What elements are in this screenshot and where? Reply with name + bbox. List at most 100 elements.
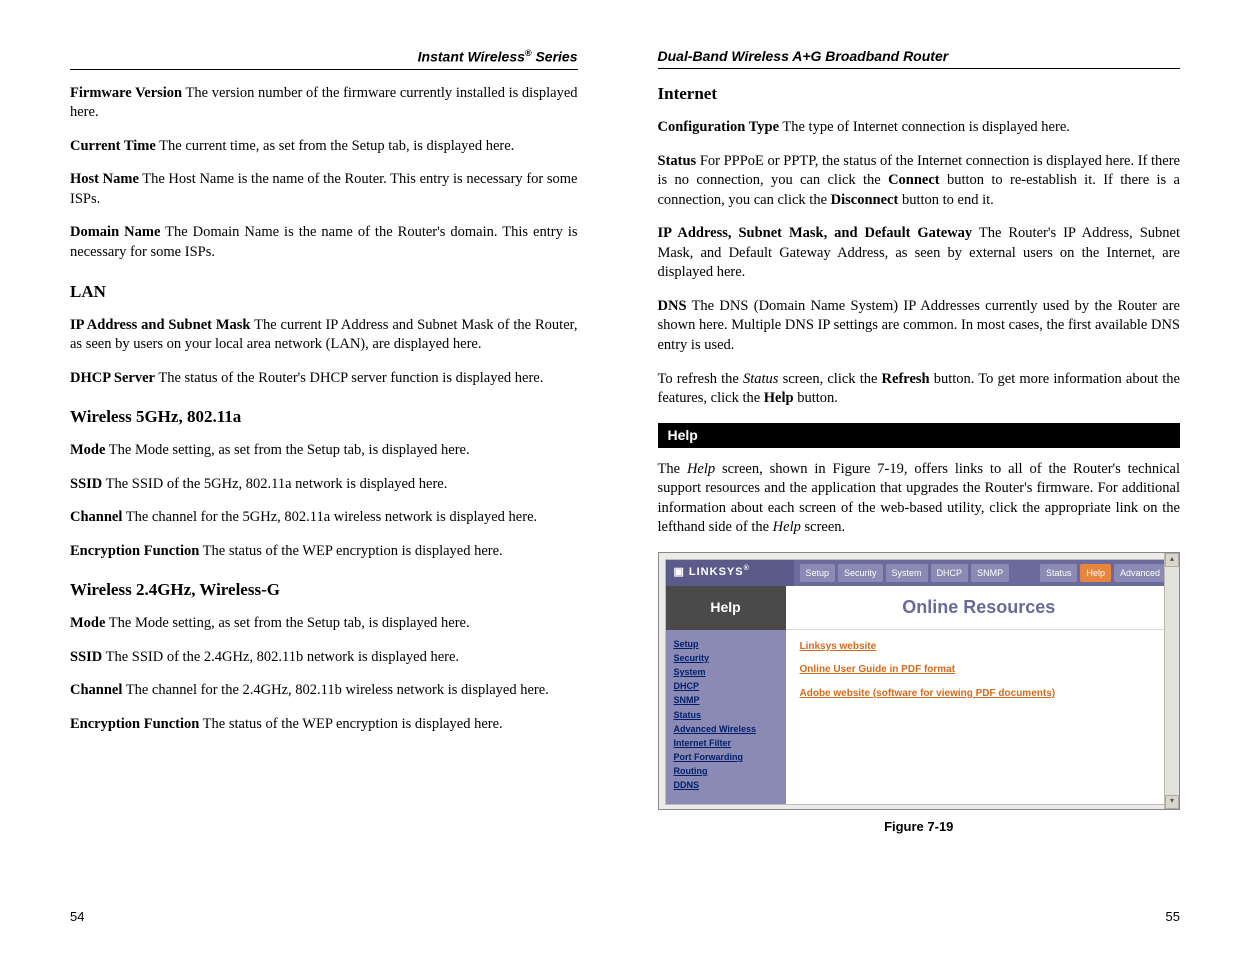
screenshot-sidebar: Setup Security System DHCP SNMP Status Advance…	[666, 630, 786, 804]
label-w24-ssid: SSID	[70, 649, 102, 665]
para-w24-ssid: SSID The SSID of the 2.4GHz, 802.11b net…	[70, 648, 578, 668]
text-w5-enc: The status of the WEP encryption is disp…	[199, 543, 502, 559]
figure-wrap: ▣ LINKSYS® SetupSecuritySystemDHCPSNMPSt…	[658, 552, 1181, 836]
help-t1: The	[658, 461, 687, 477]
brand-text: LINKSYS	[689, 565, 744, 580]
scrollbar-vertical[interactable]: ▴ ▾	[1164, 553, 1179, 809]
tab-snmp[interactable]: SNMP	[971, 564, 1009, 582]
screenshot-main: Linksys website Online User Guide in PDF …	[786, 630, 1173, 804]
pagenum-left: 54	[70, 909, 578, 924]
para-w5-enc: Encryption Function The status of the WE…	[70, 542, 578, 562]
help-help: Help	[687, 461, 715, 477]
heading-w5: Wireless 5GHz, 802.11a	[70, 406, 578, 429]
label-lan-ip: IP Address and Subnet Mask	[70, 317, 250, 333]
para-lan-ip: IP Address and Subnet Mask The current I…	[70, 316, 578, 355]
help-bar: Help	[658, 423, 1181, 448]
screenshot-main-title: Online Resources	[786, 586, 1173, 630]
label-w5-enc: Encryption Function	[70, 543, 199, 559]
text-w5-chan: The channel for the 5GHz, 802.11a wirele…	[122, 509, 537, 525]
label-lan-dhcp: DHCP Server	[70, 370, 155, 386]
tab-system[interactable]: System	[886, 564, 928, 582]
help-help2: Help	[773, 519, 801, 535]
para-w5-mode: Mode The Mode setting, as set from the S…	[70, 441, 578, 461]
screenshot: ▣ LINKSYS® SetupSecuritySystemDHCPSNMPSt…	[658, 552, 1181, 810]
tab-help[interactable]: Help	[1080, 564, 1111, 582]
text-w24-chan: The channel for the 2.4GHz, 802.11b wire…	[122, 682, 548, 698]
para-refresh: To refresh the Status screen, click the …	[658, 370, 1181, 409]
text-lan-dhcp: The status of the Router's DHCP server f…	[155, 370, 543, 386]
text-w5-mode: The Mode setting, as set from the Setup …	[105, 442, 469, 458]
side-link-routing[interactable]: Routing	[674, 765, 778, 777]
refresh-help: Help	[764, 390, 794, 406]
main-link[interactable]: Adobe website (software for viewing PDF …	[800, 687, 1159, 701]
main-link[interactable]: Linksys website	[800, 640, 1159, 654]
label-w24-chan: Channel	[70, 682, 122, 698]
side-link-snmp[interactable]: SNMP	[674, 694, 778, 706]
page-right: Dual-Band Wireless A+G Broadband Router …	[618, 0, 1235, 954]
heading-w24: Wireless 2.4GHz, Wireless-G	[70, 579, 578, 602]
screenshot-sidebar-title: Help	[666, 586, 786, 630]
refresh-btn: Refresh	[882, 371, 930, 387]
label-connect: Connect	[888, 172, 940, 188]
side-link-ddns[interactable]: DDNS	[674, 779, 778, 791]
side-link-system[interactable]: System	[674, 666, 778, 678]
para-w24-enc: Encryption Function The status of the WE…	[70, 715, 578, 735]
para-help: The Help screen, shown in Figure 7-19, o…	[658, 460, 1181, 538]
registered-mark: ®	[525, 48, 532, 58]
scroll-down-icon[interactable]: ▾	[1165, 795, 1179, 809]
side-link-port-forwarding[interactable]: Port Forwarding	[674, 751, 778, 763]
para-w5-chan: Channel The channel for the 5GHz, 802.11…	[70, 508, 578, 528]
body-right: Internet Configuration Type The type of …	[658, 83, 1181, 899]
side-link-setup[interactable]: Setup	[674, 638, 778, 650]
para-lan-dhcp: DHCP Server The status of the Router's D…	[70, 369, 578, 389]
text-status-3: button to end it.	[898, 192, 993, 208]
label-ip: IP Address, Subnet Mask, and Default Gat…	[658, 225, 973, 241]
para-host: Host Name The Host Name is the name of t…	[70, 170, 578, 209]
side-link-security[interactable]: Security	[674, 652, 778, 664]
label-cfg: Configuration Type	[658, 119, 780, 135]
para-dns: DNS The DNS (Domain Name System) IP Addr…	[658, 297, 1181, 356]
side-link-dhcp[interactable]: DHCP	[674, 680, 778, 692]
page-left: Instant Wireless® Series Firmware Versio…	[0, 0, 618, 954]
body-left: Firmware Version The version number of t…	[70, 84, 578, 899]
scroll-up-icon[interactable]: ▴	[1165, 553, 1179, 567]
text-w5-ssid: The SSID of the 5GHz, 802.11a network is…	[102, 476, 447, 492]
heading-internet: Internet	[658, 83, 1181, 106]
label-time: Current Time	[70, 138, 156, 154]
para-status: Status For PPPoE or PPTP, the status of …	[658, 152, 1181, 211]
para-w24-chan: Channel The channel for the 2.4GHz, 802.…	[70, 681, 578, 701]
figure-caption: Figure 7-19	[658, 818, 1181, 836]
tab-status[interactable]: Status	[1040, 564, 1078, 582]
refresh-t4: button.	[794, 390, 838, 406]
running-head-right: Dual-Band Wireless A+G Broadband Router	[658, 48, 1181, 69]
tab-advanced[interactable]: Advanced	[1114, 564, 1166, 582]
side-link-status[interactable]: Status	[674, 709, 778, 721]
refresh-status: Status	[743, 371, 778, 387]
text-dns: The DNS (Domain Name System) IP Addresse…	[658, 298, 1181, 353]
tab-security[interactable]: Security	[838, 564, 883, 582]
label-disconnect: Disconnect	[831, 192, 899, 208]
tab-dhcp[interactable]: DHCP	[931, 564, 969, 582]
para-ip: IP Address, Subnet Mask, and Default Gat…	[658, 224, 1181, 283]
label-w5-chan: Channel	[70, 509, 122, 525]
para-cfg: Configuration Type The type of Internet …	[658, 118, 1181, 138]
para-w24-mode: Mode The Mode setting, as set from the S…	[70, 614, 578, 634]
label-w24-mode: Mode	[70, 615, 105, 631]
main-link[interactable]: Online User Guide in PDF format	[800, 663, 1159, 677]
tab-spacer	[1012, 570, 1037, 576]
side-link-internet-filter[interactable]: Internet Filter	[674, 737, 778, 749]
side-link-advanced-wireless[interactable]: Advanced Wireless	[674, 723, 778, 735]
text-cfg: The type of Internet connection is displ…	[779, 119, 1070, 135]
screenshot-topbar: ▣ LINKSYS® SetupSecuritySystemDHCPSNMPSt…	[666, 560, 1173, 586]
label-status: Status	[658, 153, 697, 169]
tab-setup[interactable]: Setup	[800, 564, 836, 582]
screenshot-header-row: Help Online Resources	[666, 586, 1173, 630]
label-w24-enc: Encryption Function	[70, 716, 199, 732]
heading-lan: LAN	[70, 281, 578, 304]
refresh-t1: To refresh the	[658, 371, 743, 387]
label-dns: DNS	[658, 298, 687, 314]
para-domain: Domain Name The Domain Name is the name …	[70, 223, 578, 262]
refresh-t2: screen, click the	[778, 371, 881, 387]
text-host: The Host Name is the name of the Router.…	[70, 171, 577, 207]
running-head-pre: Instant Wireless	[418, 49, 525, 65]
